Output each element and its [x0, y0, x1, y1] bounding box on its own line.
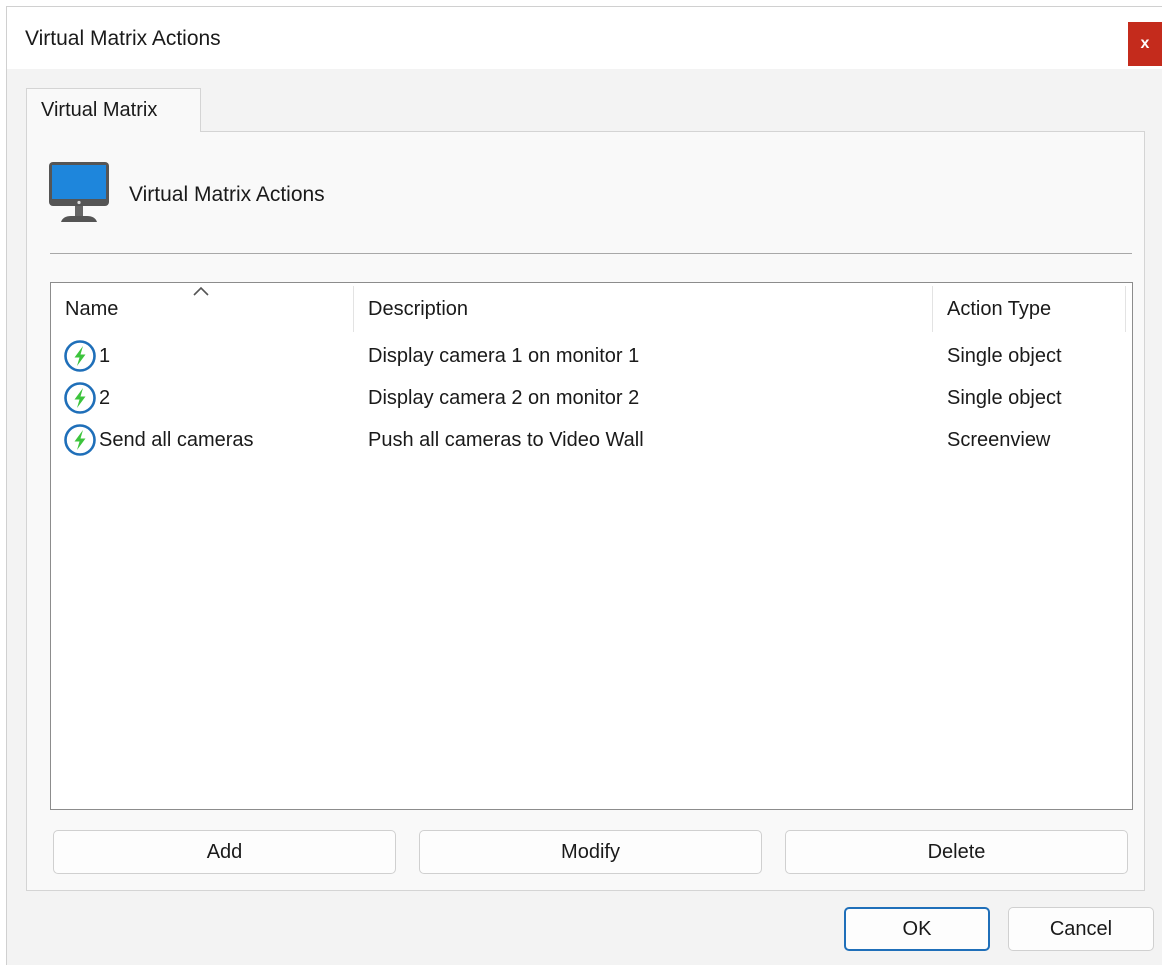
add-button[interactable]: Add	[53, 830, 396, 874]
cancel-button[interactable]: Cancel	[1008, 907, 1154, 951]
list-item[interactable]: 2 Display camera 2 on monitor 2 Single o…	[51, 377, 1132, 419]
row-description: Display camera 1 on monitor 1	[368, 344, 640, 367]
window-title: Virtual Matrix Actions	[25, 27, 221, 50]
column-separator[interactable]	[353, 286, 354, 332]
column-header-name[interactable]: Name	[65, 283, 118, 335]
dialog-window: Virtual Matrix Actions x Virtual Matrix …	[6, 6, 1162, 965]
row-description: Push all cameras to Video Wall	[368, 428, 644, 451]
row-action-type: Single object	[947, 386, 1062, 409]
monitor-icon	[47, 160, 111, 230]
panel-header: Virtual Matrix Actions	[47, 160, 325, 230]
lightning-action-icon	[64, 382, 96, 414]
row-name: 1	[99, 344, 111, 367]
close-button[interactable]: x	[1128, 22, 1162, 66]
row-name: Send all cameras	[99, 428, 254, 451]
column-separator[interactable]	[932, 286, 933, 332]
column-header-description[interactable]: Description	[368, 283, 468, 335]
row-action-type: Single object	[947, 344, 1062, 367]
title-bar: Virtual Matrix Actions x	[7, 7, 1162, 69]
row-description: Display camera 2 on monitor 2	[368, 386, 640, 409]
column-header-action-type[interactable]: Action Type	[947, 283, 1051, 335]
header-divider	[50, 253, 1132, 254]
list-item[interactable]: 1 Display camera 1 on monitor 1 Single o…	[51, 335, 1132, 377]
column-separator[interactable]	[1125, 286, 1126, 332]
tab-virtual-matrix[interactable]: Virtual Matrix	[26, 88, 201, 132]
delete-button[interactable]: Delete	[785, 830, 1128, 874]
ok-button[interactable]: OK	[844, 907, 990, 951]
row-name: 2	[99, 386, 111, 409]
sort-ascending-icon	[193, 286, 209, 296]
tab-panel: Virtual Matrix Actions Name Description …	[26, 131, 1145, 891]
panel-header-title: Virtual Matrix Actions	[129, 183, 325, 206]
row-action-type: Screenview	[947, 428, 1051, 451]
modify-button[interactable]: Modify	[419, 830, 762, 874]
lightning-action-icon	[64, 424, 96, 456]
lightning-action-icon	[64, 340, 96, 372]
actions-list[interactable]: Name Description Action Type 1 Display c…	[50, 282, 1133, 810]
list-item[interactable]: Send all cameras Push all cameras to Vid…	[51, 419, 1132, 461]
